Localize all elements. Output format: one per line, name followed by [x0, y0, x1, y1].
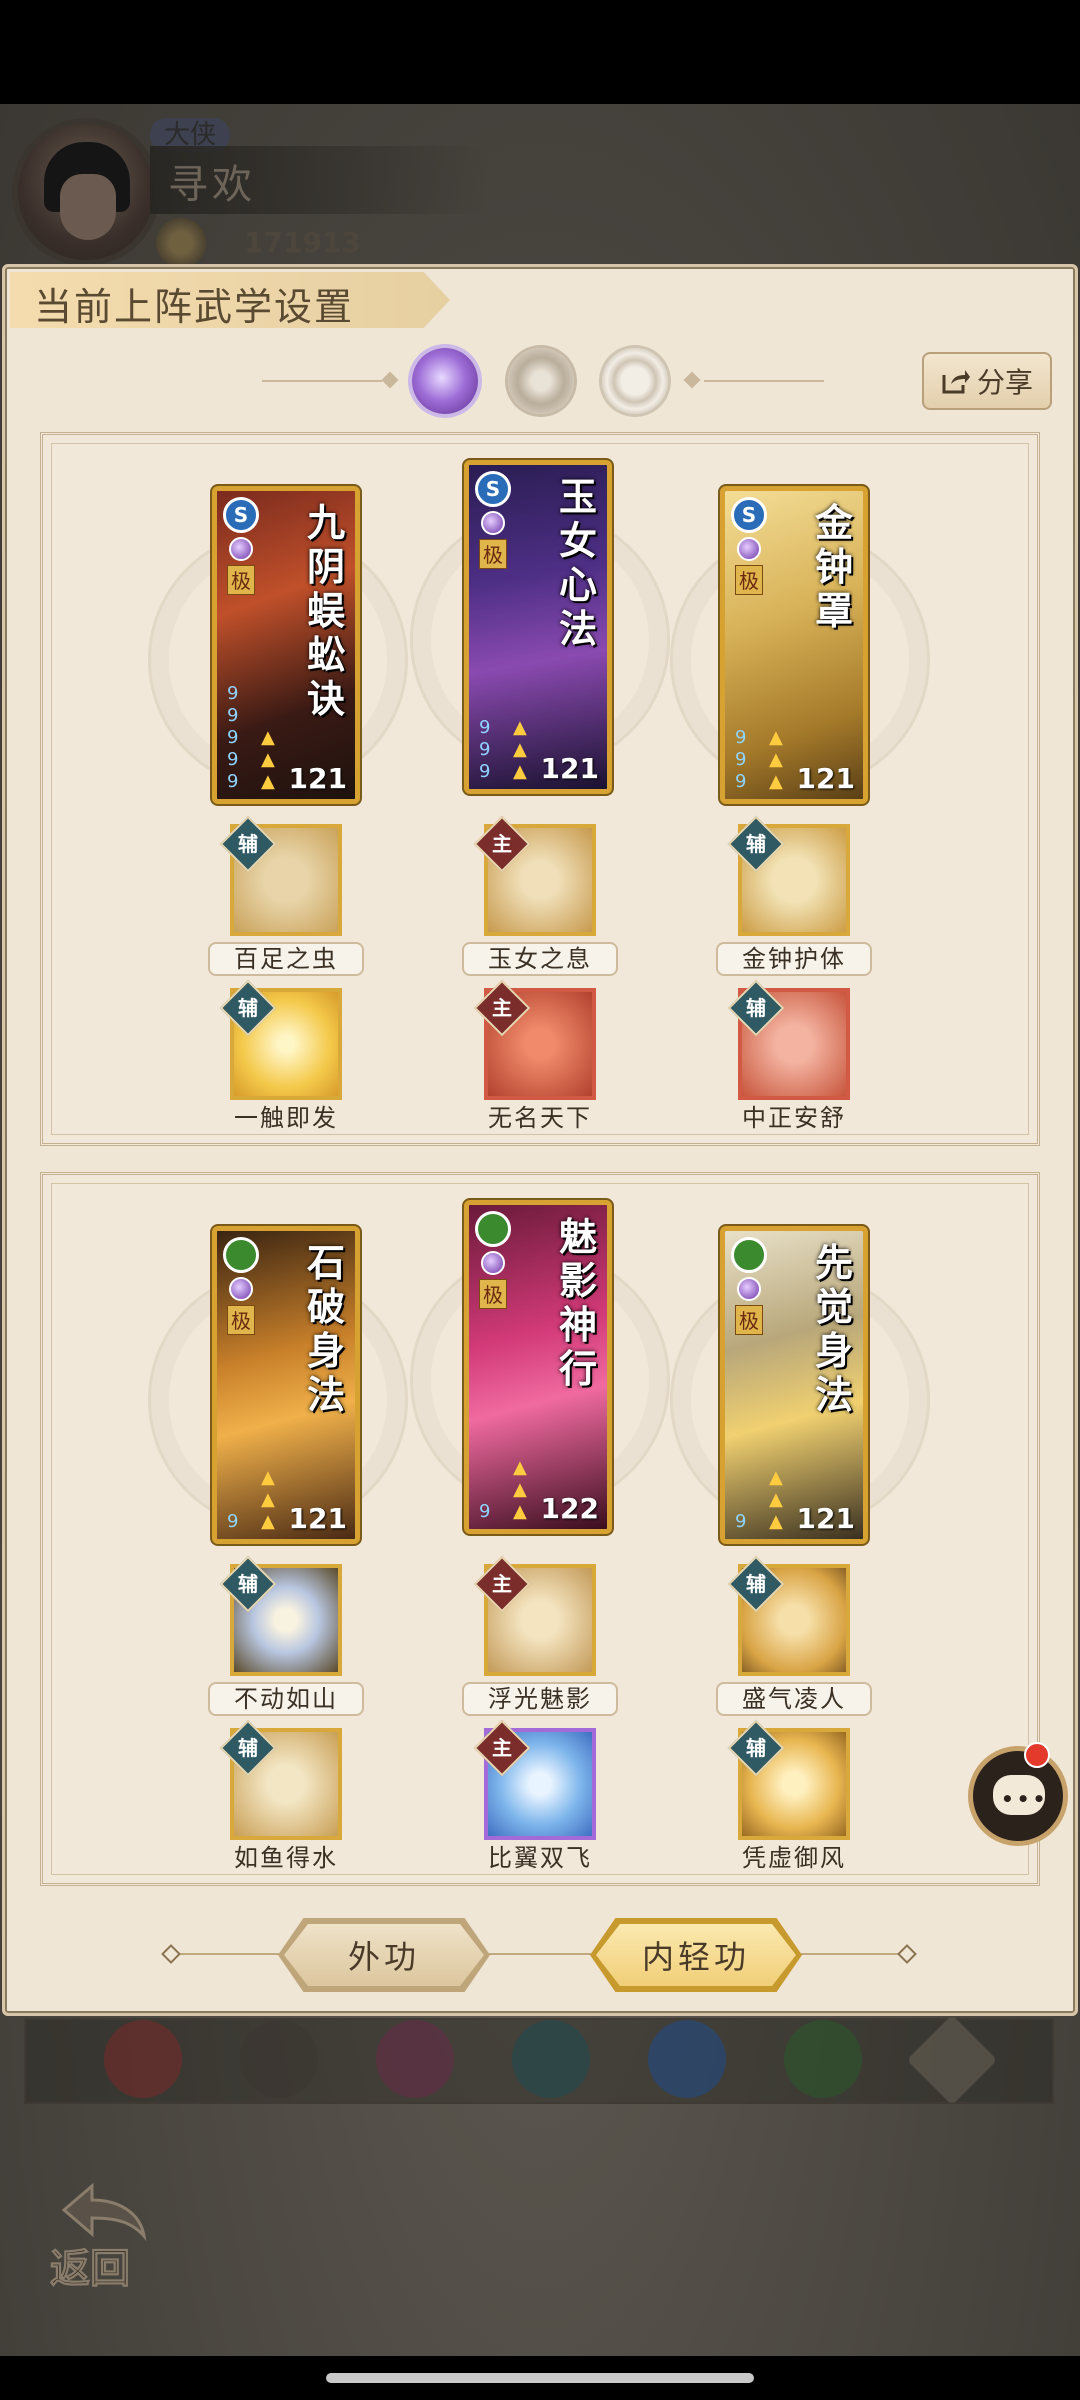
- avatar-face: [60, 174, 116, 240]
- skill-caption: 无名天下: [488, 1104, 592, 1132]
- skill-caption: 一触即发: [234, 1104, 338, 1132]
- card-name: 魅影神行: [558, 1214, 597, 1391]
- status-bar: [0, 0, 1080, 104]
- chat-button[interactable]: •••: [968, 1746, 1068, 1846]
- card-name: 石破身法: [306, 1240, 345, 1417]
- card-level: 121: [288, 762, 347, 795]
- level-pips: 99999: [227, 683, 239, 792]
- home-indicator[interactable]: [326, 2373, 754, 2383]
- skill-card[interactable]: S 极 金钟罩 999 ▲ ▲ ▲ 121: [720, 486, 868, 804]
- flame-marks: ▲ ▲ ▲: [769, 1467, 783, 1532]
- skill-card[interactable]: 极 魅影神行 9 ▲ ▲ ▲ 122: [464, 1200, 612, 1534]
- card-name: 九阴蜈蚣诀: [306, 500, 345, 721]
- tier-badge: 极: [479, 539, 507, 569]
- level-pips: 999: [735, 727, 747, 792]
- card-level: 121: [540, 752, 599, 785]
- school-icon: S: [731, 497, 767, 533]
- skill-label: 金钟护体: [716, 942, 872, 976]
- skill-label: 玉女之息: [462, 942, 618, 976]
- school-icon: S: [223, 497, 259, 533]
- panel-title: 当前上阵武学设置: [34, 285, 355, 329]
- tab-inner[interactable]: 内轻功: [596, 1924, 796, 1986]
- school-icon: [475, 1211, 511, 1247]
- tier-badge: 极: [735, 1305, 763, 1335]
- type-icon: [481, 1251, 505, 1275]
- level-pips: 9: [479, 1501, 491, 1522]
- flame-marks: ▲ ▲ ▲: [769, 727, 783, 792]
- card-name: 先觉身法: [814, 1240, 853, 1417]
- back-button[interactable]: 返回: [40, 2180, 160, 2293]
- skill-card[interactable]: 极 先觉身法 9 ▲ ▲ ▲ 121: [720, 1226, 868, 1544]
- level-pips: 999: [479, 717, 491, 782]
- gear-icon[interactable]: [508, 348, 574, 414]
- school-icon: [731, 1237, 767, 1273]
- back-label: 返回: [50, 2245, 131, 2293]
- type-icon: [229, 537, 253, 561]
- skill-caption: 如鱼得水: [234, 1844, 338, 1872]
- tier-badge: 极: [479, 1279, 507, 1309]
- share-button[interactable]: 分享: [922, 352, 1052, 410]
- school-icon[interactable]: [784, 2020, 862, 2098]
- skill-label: 盛气凌人: [716, 1682, 872, 1716]
- selector-line-left: [262, 380, 382, 382]
- card-name: 玉女心法: [558, 474, 597, 651]
- school-icon: [223, 1237, 259, 1273]
- skill-caption: 中正安舒: [742, 1104, 846, 1132]
- type-icon: [737, 537, 761, 561]
- notification-badge: [1024, 1742, 1050, 1768]
- power-icon: [156, 218, 206, 268]
- skill-caption: 比翼双飞: [488, 1844, 592, 1872]
- share-label: 分享: [976, 366, 1033, 399]
- skill-card[interactable]: S 极 玉女心法 999 ▲ ▲ ▲ 121: [464, 460, 612, 794]
- share-icon: [942, 370, 970, 394]
- card-level: 121: [288, 1502, 347, 1535]
- tier-badge: 极: [227, 565, 255, 595]
- card-level: 121: [796, 762, 855, 795]
- skill-card[interactable]: 极 石破身法 9 ▲ ▲ ▲ 121: [212, 1226, 360, 1544]
- school-icon[interactable]: [648, 2020, 726, 2098]
- flame-marks: ▲ ▲ ▲: [261, 1467, 275, 1532]
- tab-outer[interactable]: 外功: [284, 1924, 484, 1986]
- skill-label: 不动如山: [208, 1682, 364, 1716]
- player-name: 寻欢: [168, 162, 256, 208]
- school-icon[interactable]: [512, 2020, 590, 2098]
- skill-label: 浮光魅影: [462, 1682, 618, 1716]
- chat-dots: •••: [1001, 1787, 1049, 1811]
- selector-line-right: [704, 380, 824, 382]
- school-icon[interactable]: [104, 2020, 182, 2098]
- flame-marks: ▲ ▲ ▲: [513, 717, 527, 782]
- card-level: 121: [796, 1502, 855, 1535]
- skill-card[interactable]: S 极 九阴蜈蚣诀 99999 ▲ ▲ ▲ 121: [212, 486, 360, 804]
- tier-badge: 极: [735, 565, 763, 595]
- ring-icon[interactable]: [602, 348, 668, 414]
- level-pips: 9: [735, 1511, 747, 1532]
- type-icon: [737, 1277, 761, 1301]
- type-icon: [481, 511, 505, 535]
- skill-caption: 凭虚御风: [742, 1844, 846, 1872]
- school-icon: S: [475, 471, 511, 507]
- player-avatar[interactable]: [12, 118, 160, 266]
- school-icon[interactable]: [240, 2020, 318, 2098]
- type-icon: [229, 1277, 253, 1301]
- power-value: 171913: [244, 226, 361, 259]
- school-icon[interactable]: [376, 2020, 454, 2098]
- skill-label: 百足之虫: [208, 942, 364, 976]
- level-pips: 9: [227, 1511, 239, 1532]
- tier-badge: 极: [227, 1305, 255, 1335]
- flame-marks: ▲ ▲ ▲: [513, 1457, 527, 1522]
- card-level: 122: [540, 1492, 599, 1525]
- flame-marks: ▲ ▲ ▲: [261, 727, 275, 792]
- moon-icon[interactable]: [412, 348, 478, 414]
- card-name: 金钟罩: [814, 500, 853, 633]
